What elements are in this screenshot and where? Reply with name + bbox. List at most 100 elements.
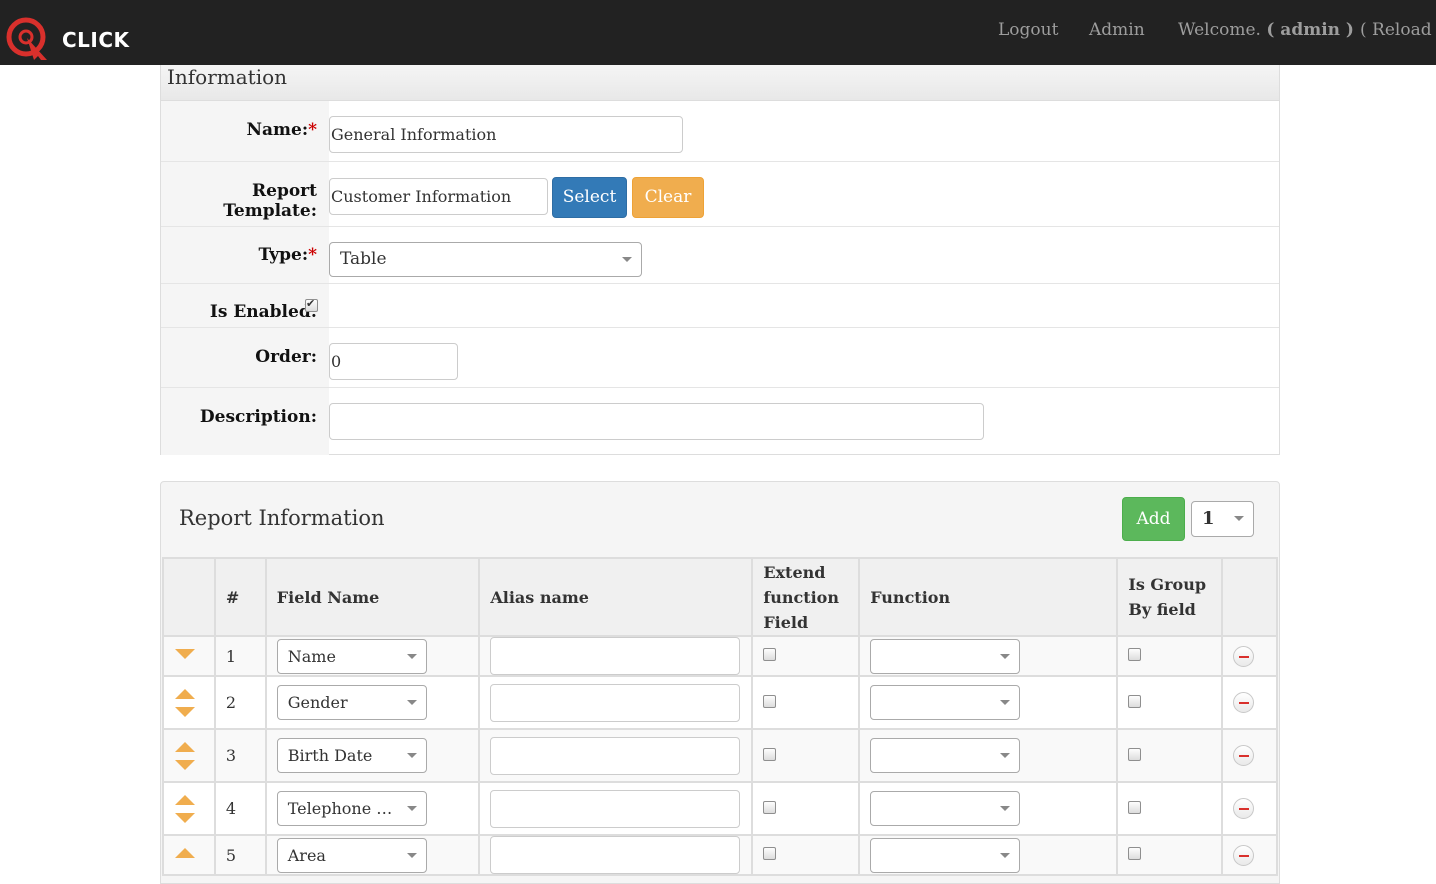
remove-cell xyxy=(1221,675,1278,730)
field-name-select[interactable]: Area xyxy=(276,837,427,873)
logout-link[interactable]: Logout xyxy=(998,20,1058,40)
remove-row-icon[interactable] xyxy=(1233,844,1255,866)
row-count-value: 1 xyxy=(1202,508,1215,529)
alias-cell xyxy=(478,635,754,677)
description-label: Description: xyxy=(161,388,329,455)
remove-cell xyxy=(1221,635,1278,677)
is-enabled-row: Is Enabled: xyxy=(161,284,1279,328)
function-cell xyxy=(858,635,1119,677)
group-by-checkbox[interactable] xyxy=(1128,695,1142,708)
type-select[interactable]: Table xyxy=(329,242,642,277)
column-header-alias-name: Alias name xyxy=(478,557,754,637)
description-row: Description: xyxy=(161,388,1279,455)
column-header-group-by: Is Group By field xyxy=(1116,557,1224,637)
function-cell xyxy=(858,675,1119,730)
remove-cell xyxy=(1221,781,1278,836)
select-button[interactable]: Select xyxy=(552,177,627,218)
function-cell xyxy=(858,728,1119,783)
group-by-checkbox[interactable] xyxy=(1128,801,1142,814)
remove-row-icon[interactable] xyxy=(1233,692,1255,713)
remove-row-icon[interactable] xyxy=(1233,645,1255,667)
field-name-select[interactable]: Name xyxy=(276,638,427,674)
column-header-field-name: Field Name xyxy=(264,557,481,637)
reload-link[interactable]: ( Reload ) xyxy=(1360,20,1436,40)
remove-row-icon[interactable] xyxy=(1233,798,1255,819)
function-cell xyxy=(858,781,1119,836)
function-select[interactable] xyxy=(870,638,1021,674)
field-name-select[interactable]: Telephone Number xyxy=(276,791,427,826)
alias-name-input[interactable] xyxy=(490,637,741,675)
report-template-input[interactable]: Customer Information xyxy=(329,178,548,215)
row-number: 2 xyxy=(213,675,267,730)
order-row: Order: 0 xyxy=(161,328,1279,388)
order-input[interactable]: 0 xyxy=(329,343,458,380)
row-count-select[interactable]: 1 xyxy=(1191,501,1254,537)
row-number: 4 xyxy=(213,781,267,836)
information-panel: Information Name:* General Information R… xyxy=(160,65,1280,455)
chevron-down-icon xyxy=(406,700,417,705)
chevron-down-icon xyxy=(1000,806,1011,811)
move-down-icon[interactable] xyxy=(175,706,195,717)
required-mark: * xyxy=(308,245,317,265)
move-down-icon[interactable] xyxy=(175,812,195,823)
alias-cell xyxy=(478,834,754,876)
field-name-cell: Telephone Number xyxy=(264,781,481,836)
function-select[interactable] xyxy=(870,685,1021,720)
chevron-down-icon xyxy=(1000,753,1011,758)
welcome-prefix: Welcome. xyxy=(1178,20,1261,40)
extend-function-checkbox[interactable] xyxy=(763,847,777,860)
move-down-icon[interactable] xyxy=(175,759,195,770)
click-logo-icon[interactable] xyxy=(5,16,53,64)
function-cell xyxy=(858,834,1119,876)
move-cell xyxy=(162,781,216,836)
column-header-function: Function xyxy=(858,557,1119,637)
move-up-icon[interactable] xyxy=(175,848,195,858)
group-by-checkbox[interactable] xyxy=(1128,648,1142,661)
is-enabled-checkbox[interactable] xyxy=(305,297,318,312)
extend-cell xyxy=(751,675,861,730)
app-name[interactable]: CLICK xyxy=(62,28,130,52)
name-row: Name:* General Information xyxy=(161,101,1279,162)
table-row: 2 Gender xyxy=(162,675,1278,730)
group-by-checkbox[interactable] xyxy=(1128,748,1142,761)
row-number: 3 xyxy=(213,728,267,783)
alias-name-input[interactable] xyxy=(490,736,741,775)
alias-name-input[interactable] xyxy=(490,836,741,874)
clear-button[interactable]: Clear xyxy=(632,177,704,218)
group-cell xyxy=(1116,635,1224,677)
field-name-select[interactable]: Birth Date xyxy=(276,738,427,773)
extend-cell xyxy=(751,781,861,836)
alias-name-input[interactable] xyxy=(490,683,741,722)
move-up-icon[interactable] xyxy=(175,741,195,752)
type-select-value: Table xyxy=(340,249,387,269)
alias-name-input[interactable] xyxy=(490,789,741,828)
extend-function-checkbox[interactable] xyxy=(763,748,777,761)
function-select[interactable] xyxy=(870,791,1021,826)
field-name-select[interactable]: Gender xyxy=(276,685,427,720)
remove-row-icon[interactable] xyxy=(1233,745,1255,766)
move-up-icon[interactable] xyxy=(175,794,195,805)
welcome-user[interactable]: Welcome. ( admin ) xyxy=(1178,20,1354,40)
name-input[interactable]: General Information xyxy=(329,116,683,153)
chevron-down-icon xyxy=(622,257,632,262)
group-by-checkbox[interactable] xyxy=(1128,847,1142,860)
function-select[interactable] xyxy=(870,837,1021,873)
move-up-icon[interactable] xyxy=(175,688,195,699)
extend-function-checkbox[interactable] xyxy=(763,695,777,708)
is-enabled-label: Is Enabled: xyxy=(161,284,329,327)
required-mark: * xyxy=(308,120,317,140)
function-select[interactable] xyxy=(870,738,1021,773)
chevron-down-icon xyxy=(1000,700,1011,705)
admin-link[interactable]: Admin xyxy=(1089,20,1145,40)
extend-function-checkbox[interactable] xyxy=(763,648,777,661)
chevron-down-icon xyxy=(406,653,417,659)
move-down-icon[interactable] xyxy=(175,649,195,659)
field-name-cell: Gender xyxy=(264,675,481,730)
add-button[interactable]: Add xyxy=(1122,497,1185,541)
description-textarea[interactable] xyxy=(329,403,984,440)
extend-cell xyxy=(751,834,861,876)
column-header-remove xyxy=(1221,557,1278,637)
extend-function-checkbox[interactable] xyxy=(763,801,777,814)
table-row: 1 Name xyxy=(162,635,1278,677)
row-number: 5 xyxy=(213,834,267,876)
